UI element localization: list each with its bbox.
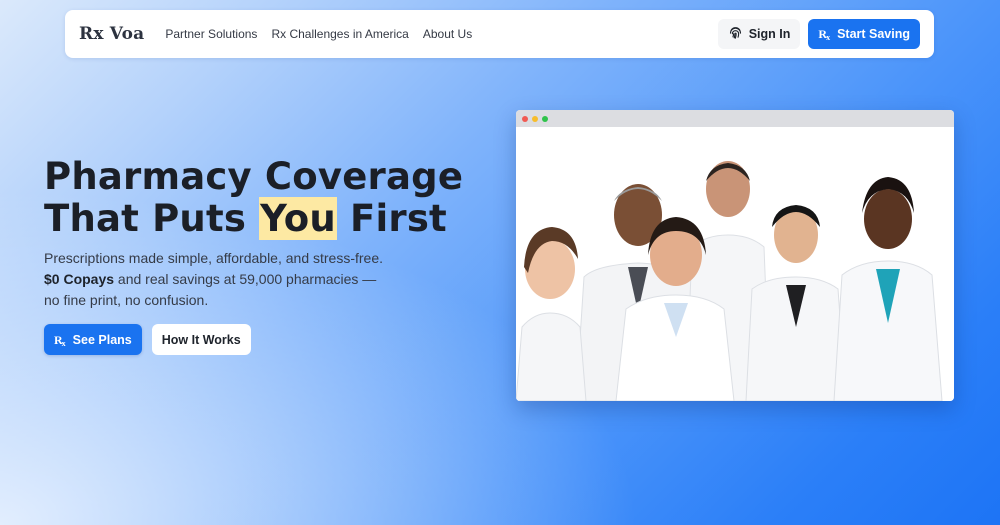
subtext-bold: $0 Copays xyxy=(44,271,115,287)
hero-cta-row: Rx See Plans How It Works xyxy=(44,324,251,355)
start-saving-button[interactable]: Rx Start Saving xyxy=(808,19,920,49)
rx-icon: Rx xyxy=(54,332,66,348)
fingerprint-icon xyxy=(728,25,743,43)
team-photo-illustration xyxy=(516,161,943,401)
browser-mockup xyxy=(516,110,954,401)
window-maximize-dot xyxy=(542,115,548,122)
rx-icon: Rx xyxy=(818,27,831,42)
hero-subtext: Prescriptions made simple, affordable, a… xyxy=(44,248,389,311)
start-saving-label: Start Saving xyxy=(837,27,910,41)
headline-line-2-start: That Puts xyxy=(44,197,260,240)
sign-in-button[interactable]: Sign In xyxy=(717,19,801,49)
hero-headline: Pharmacy Coverage That Puts You First xyxy=(44,156,484,240)
window-close-dot xyxy=(522,115,528,122)
nav-link-rx-challenges[interactable]: Rx Challenges in America xyxy=(271,27,408,41)
window-minimize-dot xyxy=(532,115,538,122)
browser-title-bar xyxy=(516,110,954,127)
see-plans-label: See Plans xyxy=(72,332,132,347)
nav-link-about-us[interactable]: About Us xyxy=(423,27,472,41)
nav-actions: Sign In Rx Start Saving xyxy=(717,19,920,49)
see-plans-button[interactable]: Rx See Plans xyxy=(44,324,142,355)
pharmacists-team-photo xyxy=(516,127,954,401)
top-navbar: Rx Voa Partner Solutions Rx Challenges i… xyxy=(65,10,934,58)
nav-links: Partner Solutions Rx Challenges in Ameri… xyxy=(165,27,472,41)
nav-link-partner-solutions[interactable]: Partner Solutions xyxy=(165,27,257,41)
logo[interactable]: Rx Voa xyxy=(79,24,144,44)
how-it-works-button[interactable]: How It Works xyxy=(151,324,251,355)
subtext-start: Prescriptions made simple, affordable, a… xyxy=(44,250,384,266)
headline-line-2-end: First xyxy=(336,197,447,240)
headline-line-1: Pharmacy Coverage xyxy=(44,155,464,198)
headline-highlight: You xyxy=(259,197,337,240)
sign-in-label: Sign In xyxy=(748,27,791,41)
